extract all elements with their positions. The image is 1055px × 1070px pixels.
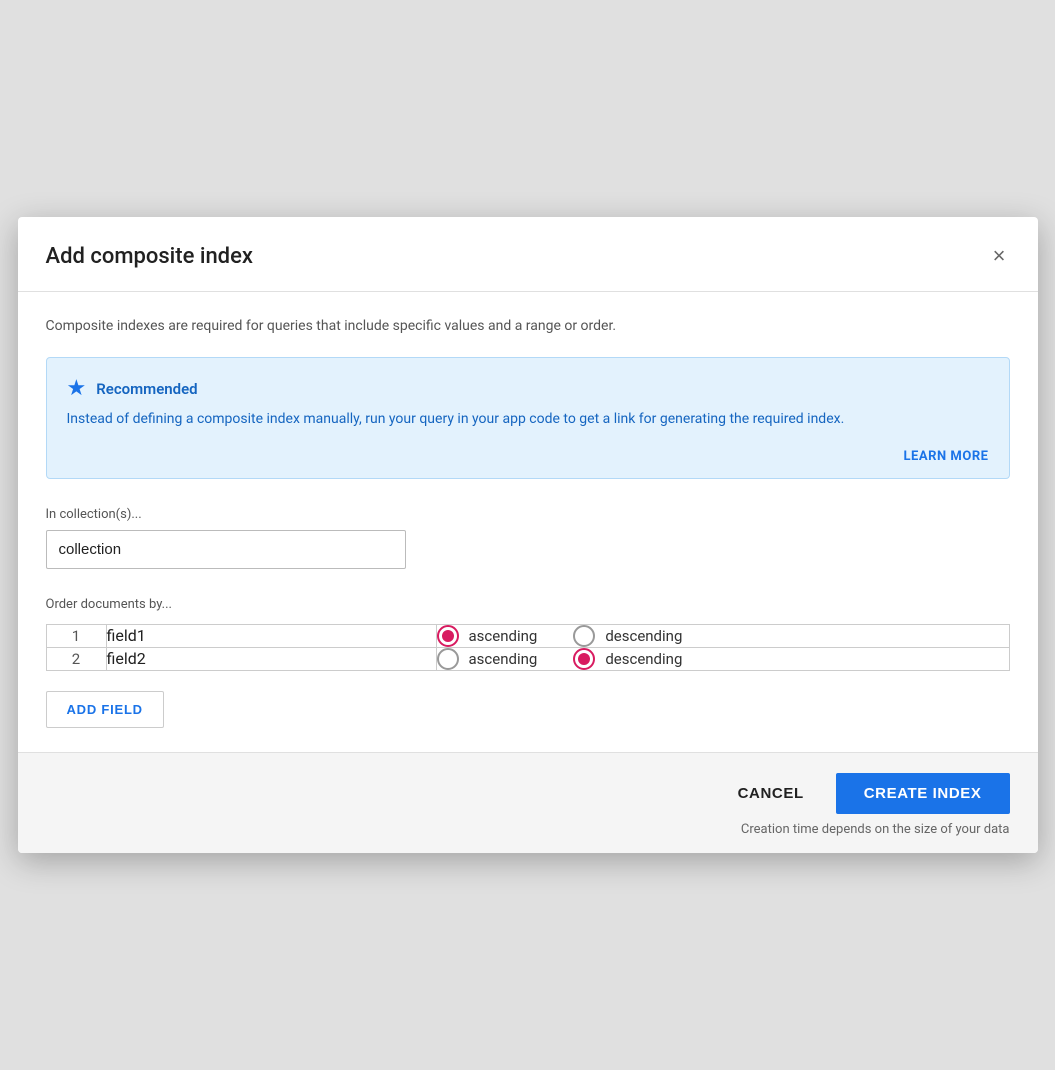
- recommendation-box: ★ Recommended Instead of defining a comp…: [46, 357, 1010, 479]
- create-index-button[interactable]: CREATE INDEX: [836, 773, 1010, 814]
- star-icon: ★: [67, 376, 87, 401]
- radio-group: ascending descending: [437, 648, 1009, 670]
- learn-more-link[interactable]: LEARN MORE: [904, 449, 989, 464]
- rec-title: Recommended: [96, 380, 197, 398]
- radio-cell: ascending descending: [436, 647, 1009, 670]
- ascending-option[interactable]: ascending: [437, 625, 538, 647]
- dialog-body: Composite indexes are required for queri…: [18, 292, 1038, 752]
- radio-group: ascending descending: [437, 625, 1009, 647]
- footer-note: Creation time depends on the size of you…: [46, 822, 1010, 837]
- field-name: field2: [106, 647, 436, 670]
- row-number: 1: [46, 624, 106, 647]
- dialog: Add composite index × Composite indexes …: [18, 217, 1038, 853]
- add-field-button[interactable]: ADD FIELD: [46, 691, 164, 728]
- descending-label: descending: [605, 650, 682, 668]
- descending-option[interactable]: descending: [573, 625, 682, 647]
- close-button[interactable]: ×: [989, 241, 1010, 271]
- footer-actions: CANCEL CREATE INDEX: [46, 773, 1010, 814]
- order-label: Order documents by...: [46, 597, 1010, 612]
- dialog-footer: CANCEL CREATE INDEX Creation time depend…: [18, 752, 1038, 853]
- cancel-button[interactable]: CANCEL: [714, 773, 828, 814]
- field-name: field1: [106, 624, 436, 647]
- learn-more-row: LEARN MORE: [67, 445, 989, 464]
- descending-radio[interactable]: [573, 625, 595, 647]
- ascending-radio[interactable]: [437, 625, 459, 647]
- collection-input[interactable]: [46, 530, 406, 569]
- rec-body: Instead of defining a composite index ma…: [67, 409, 989, 431]
- ascending-radio[interactable]: [437, 648, 459, 670]
- collection-label: In collection(s)...: [46, 507, 1010, 522]
- dialog-header: Add composite index ×: [18, 217, 1038, 292]
- row-number: 2: [46, 647, 106, 670]
- descending-radio[interactable]: [573, 648, 595, 670]
- ascending-label: ascending: [469, 650, 538, 668]
- descending-label: descending: [605, 627, 682, 645]
- descending-option[interactable]: descending: [573, 648, 682, 670]
- collection-section: In collection(s)...: [46, 507, 1010, 597]
- dialog-title: Add composite index: [46, 244, 253, 269]
- radio-cell: ascending descending: [436, 624, 1009, 647]
- table-row: 1 field1 ascending: [46, 624, 1009, 647]
- description-text: Composite indexes are required for queri…: [46, 316, 1010, 337]
- table-row: 2 field2 ascending: [46, 647, 1009, 670]
- ascending-option[interactable]: ascending: [437, 648, 538, 670]
- fields-table: 1 field1 ascending: [46, 624, 1010, 671]
- ascending-label: ascending: [469, 627, 538, 645]
- rec-header: ★ Recommended: [67, 376, 989, 401]
- order-section: Order documents by... 1 field1 ascend: [46, 597, 1010, 752]
